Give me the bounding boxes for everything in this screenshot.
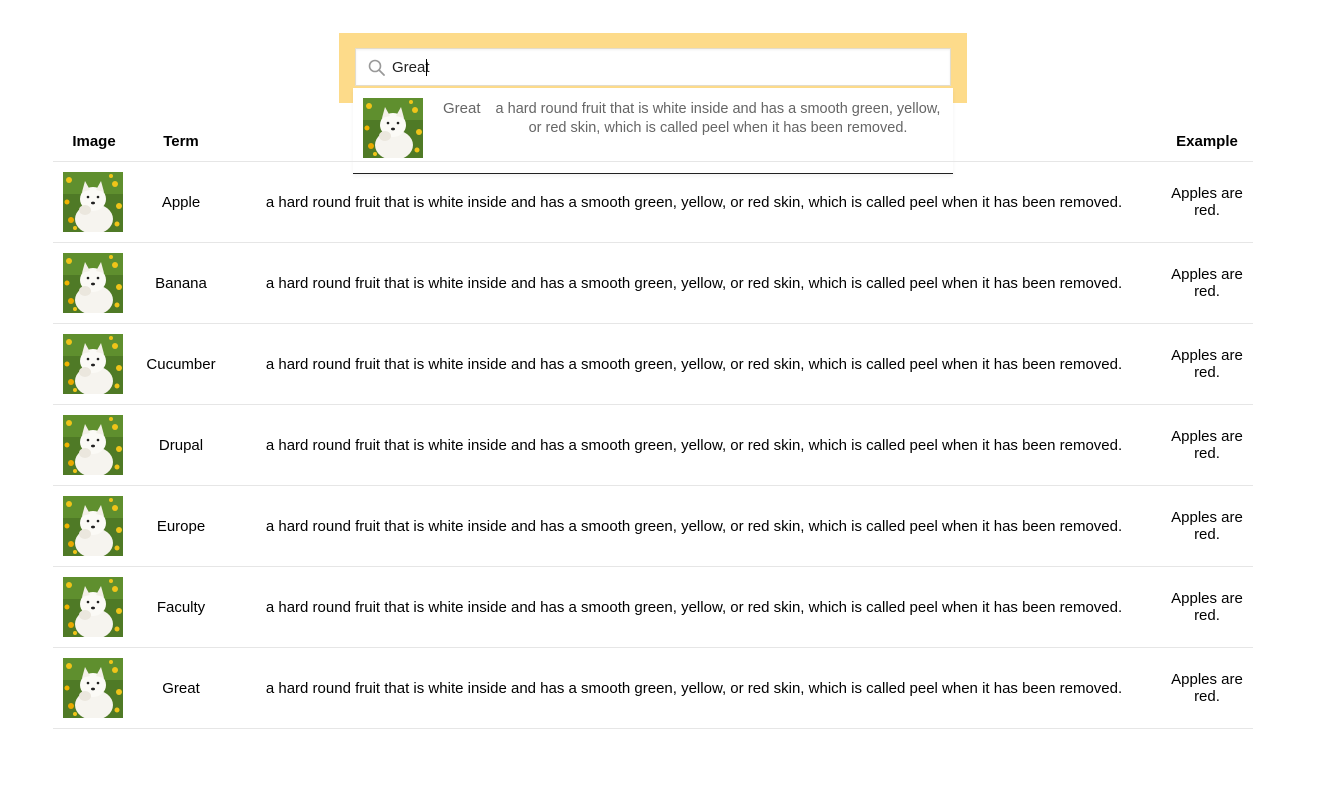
row-image-cell xyxy=(53,647,135,729)
row-example: Apples are red. xyxy=(1161,161,1253,243)
table-row: Cucumber a hard round fruit that is white… xyxy=(53,323,1253,405)
row-image-cell xyxy=(53,566,135,648)
row-definition: a hard round fruit that is white inside … xyxy=(227,161,1161,243)
row-example: Apples are red. xyxy=(1161,242,1253,324)
table-row: Faculty a hard round fruit that is white … xyxy=(53,566,1253,648)
table-row: Drupal a hard round fruit that is white i… xyxy=(53,404,1253,486)
table-row: Banana a hard round fruit that is white i… xyxy=(53,242,1253,324)
row-example: Apples are red. xyxy=(1161,404,1253,486)
row-definition: a hard round fruit that is white inside … xyxy=(227,404,1161,486)
row-term: Drupal xyxy=(135,404,227,486)
row-example: Apples are red. xyxy=(1161,566,1253,648)
search-input[interactable] xyxy=(392,49,940,85)
row-term: Cucumber xyxy=(135,323,227,405)
row-definition: a hard round fruit that is white inside … xyxy=(227,323,1161,405)
row-image-cell xyxy=(53,242,135,324)
row-image-cell xyxy=(53,485,135,567)
row-thumbnail xyxy=(63,172,123,232)
search-icon xyxy=(368,59,385,76)
row-image-cell xyxy=(53,161,135,243)
row-thumbnail xyxy=(63,496,123,556)
column-header-term: Term xyxy=(135,122,227,162)
row-term: Great xyxy=(135,647,227,729)
column-header-example: Example xyxy=(1161,122,1253,162)
row-term: Faculty xyxy=(135,566,227,648)
table-row: Great a hard round fruit that is white in… xyxy=(53,647,1253,729)
row-image-cell xyxy=(53,404,135,486)
table-row: Apple a hard round fruit that is white in… xyxy=(53,161,1253,243)
glossary-table: Image Term Example Apple a hard round fru… xyxy=(53,122,1253,729)
row-definition: a hard round fruit that is white inside … xyxy=(227,485,1161,567)
suggestion-term: Great xyxy=(443,100,481,117)
row-image-cell xyxy=(53,323,135,405)
row-thumbnail xyxy=(63,577,123,637)
text-cursor xyxy=(426,59,427,76)
row-term: Europe xyxy=(135,485,227,567)
row-thumbnail xyxy=(63,415,123,475)
column-header-definition xyxy=(227,122,1161,162)
row-definition: a hard round fruit that is white inside … xyxy=(227,242,1161,324)
row-example: Apples are red. xyxy=(1161,647,1253,729)
row-term: Apple xyxy=(135,161,227,243)
table-header-row: Image Term Example xyxy=(53,122,1253,162)
row-thumbnail xyxy=(63,253,123,313)
table-body: Apple a hard round fruit that is white in… xyxy=(53,161,1253,729)
row-definition: a hard round fruit that is white inside … xyxy=(227,566,1161,648)
row-example: Apples are red. xyxy=(1161,323,1253,405)
row-definition: a hard round fruit that is white inside … xyxy=(227,647,1161,729)
row-thumbnail xyxy=(63,658,123,718)
row-thumbnail xyxy=(63,334,123,394)
row-example: Apples are red. xyxy=(1161,485,1253,567)
column-header-image: Image xyxy=(53,122,135,162)
row-term: Banana xyxy=(135,242,227,324)
search-box[interactable] xyxy=(355,48,951,86)
table-row: Europe a hard round fruit that is white i… xyxy=(53,485,1253,567)
